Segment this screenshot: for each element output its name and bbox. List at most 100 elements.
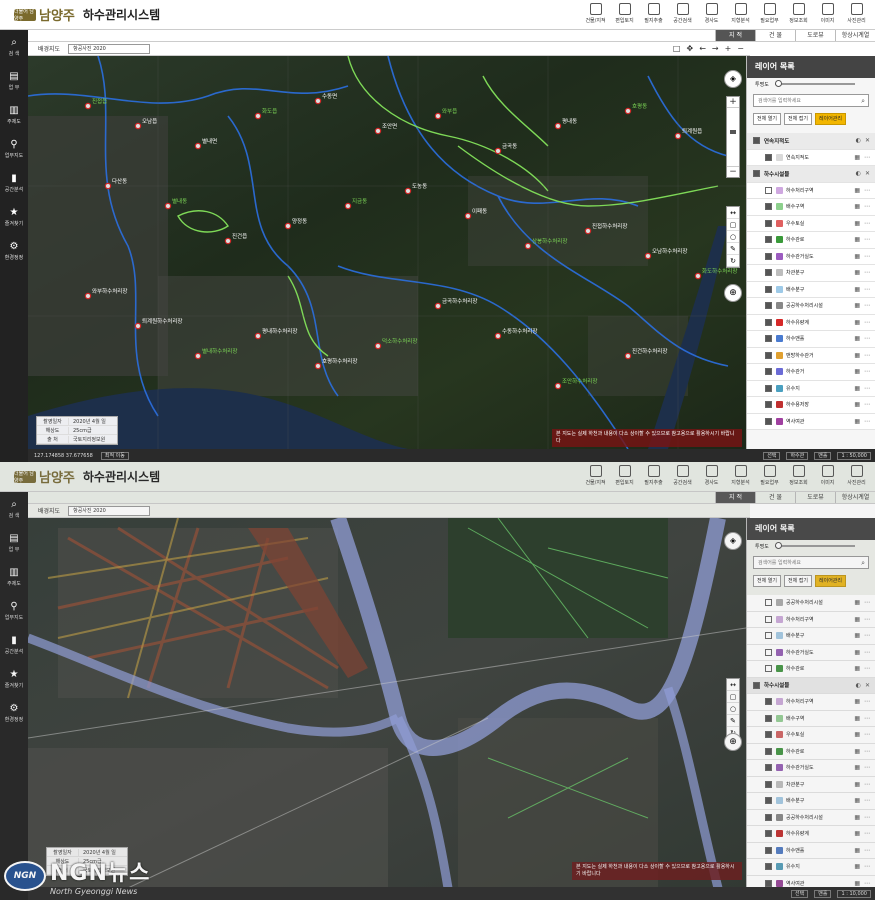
layer-options-icon[interactable]: ▦ ⋯ — [854, 302, 871, 309]
globe-icon[interactable]: ⊕ — [724, 284, 742, 302]
facility-marker[interactable] — [84, 292, 92, 300]
layer-options-icon[interactable]: ▦ ⋯ — [854, 830, 871, 837]
layer-checkbox[interactable] — [765, 863, 772, 871]
layers-icon[interactable]: ◈ — [724, 70, 742, 88]
layer-checkbox[interactable] — [765, 747, 772, 755]
layer-item[interactable]: 배수구역 ▦ ⋯ — [747, 199, 875, 216]
layer-options-icon[interactable]: ▦ ⋯ — [854, 665, 871, 672]
layer-checkbox[interactable] — [765, 714, 772, 722]
sub-tab[interactable]: 도로뷰 — [795, 492, 835, 503]
layer-options-icon[interactable]: ▦ ⋯ — [854, 253, 871, 260]
layer-options-icon[interactable]: ▦ ⋯ — [854, 814, 871, 821]
basemap-select[interactable]: 항공사진 2020 — [68, 505, 151, 516]
top-menu-item[interactable]: 사진관리 — [842, 464, 871, 486]
layer-search-input[interactable]: 검색어를 입력하세요 ⌕ — [753, 94, 869, 107]
circle-icon[interactable]: ○ — [727, 703, 739, 715]
top-menu-item[interactable]: 필요업무 — [755, 464, 784, 486]
layer-checkbox[interactable] — [765, 335, 772, 343]
layers-icon[interactable]: ◈ — [724, 532, 742, 550]
layer-options-icon[interactable]: ▦ ⋯ — [854, 385, 871, 392]
layer-select[interactable]: 맨홀 — [814, 889, 832, 898]
top-menu-item[interactable]: 지형분석 — [726, 464, 755, 486]
layer-options-icon[interactable]: ▦ ⋯ — [854, 335, 871, 342]
nav-item[interactable]: ⌕ 검 색 — [0, 30, 28, 64]
expand-all-button[interactable]: 전체 열기 — [753, 113, 781, 125]
layer-options-icon[interactable]: ▦ ⋯ — [854, 203, 871, 210]
layer-item[interactable]: 공공하수처리시설 ▦ ⋯ — [747, 298, 875, 315]
facility-marker[interactable] — [374, 127, 382, 135]
top-menu-item[interactable]: 필요업무 — [755, 2, 784, 24]
layer-checkbox[interactable] — [765, 599, 772, 607]
facility-marker[interactable] — [524, 242, 532, 250]
layer-checkbox[interactable] — [765, 203, 772, 211]
layer-options-icon[interactable]: ▦ ⋯ — [854, 418, 871, 425]
layer-item[interactable]: 맨방하수관거 ▦ ⋯ — [747, 347, 875, 364]
zoom-out-icon[interactable]: − — [737, 44, 744, 53]
layer-checkbox[interactable] — [753, 681, 760, 689]
basemap-select[interactable]: 항공사진 2020 — [68, 43, 151, 54]
layer-item[interactable]: 하수처리구역 ▦ ⋯ — [747, 182, 875, 199]
layer-item[interactable]: 차관분구 ▦ ⋯ — [747, 265, 875, 282]
layer-search-input[interactable]: 검색어를 입력하세요 ⌕ — [753, 556, 869, 569]
pen-icon[interactable]: ✎ — [727, 243, 739, 255]
top-menu-item[interactable]: 공간검색 — [668, 2, 697, 24]
facility-marker[interactable] — [434, 112, 442, 120]
layer-item[interactable]: 하수관로 ▦ ⋯ — [747, 661, 875, 678]
area-icon[interactable]: ▢ — [727, 691, 739, 703]
layer-item[interactable]: 배수구역 ▦ ⋯ — [747, 710, 875, 727]
sub-tab[interactable]: 건 물 — [755, 30, 795, 41]
layer-checkbox[interactable] — [765, 302, 772, 310]
scale-select[interactable]: 1 : 50,000 — [837, 451, 871, 460]
layer-item[interactable]: 하수유량계 ▦ ⋯ — [747, 826, 875, 843]
nav-item[interactable]: ★ 즐겨찾기 — [0, 200, 28, 234]
facility-marker[interactable] — [374, 342, 382, 350]
sub-tab[interactable]: 도로뷰 — [795, 30, 835, 41]
layer-options-icon[interactable]: ▦ ⋯ — [854, 632, 871, 639]
layer-item[interactable]: 배수분구 ▦ ⋯ — [747, 281, 875, 298]
nav-item[interactable]: ⌕ 검 색 — [0, 492, 28, 526]
nav-item[interactable]: ⚲ 업무지도 — [0, 132, 28, 166]
facility-marker[interactable] — [104, 182, 112, 190]
search-icon[interactable]: ⌕ — [861, 95, 865, 107]
top-menu-item[interactable]: 경사도 — [697, 464, 726, 486]
top-menu-item[interactable]: 지형분석 — [726, 2, 755, 24]
globe-icon[interactable]: ⊕ — [724, 733, 742, 751]
top-menu-item[interactable]: 정보조회 — [784, 464, 813, 486]
facility-marker[interactable] — [254, 112, 262, 120]
layer-item[interactable]: 하수유량계 ▦ ⋯ — [747, 314, 875, 331]
layer-checkbox[interactable] — [765, 632, 772, 640]
top-menu-item[interactable]: 건물/지적 — [581, 2, 610, 24]
nav-item[interactable]: ★ 즐겨찾기 — [0, 662, 28, 696]
collapse-all-button[interactable]: 전체 접기 — [784, 575, 812, 587]
pen-icon[interactable]: ✎ — [727, 715, 739, 727]
layer-group[interactable]: 연속지적도 ◐ ✕ — [747, 133, 875, 150]
layer-item[interactable]: 우수토실 ▦ ⋯ — [747, 727, 875, 744]
opacity-slider[interactable] — [774, 542, 855, 549]
layer-options-icon[interactable]: ▦ ⋯ — [854, 220, 871, 227]
facility-marker[interactable] — [404, 187, 412, 195]
layer-checkbox[interactable] — [765, 648, 772, 656]
layer-checkbox[interactable] — [765, 269, 772, 277]
map-canvas[interactable]: ◈ ↔ ▢ ○ ✎ ↻ ⊕ 촬영일자2020년 4월 일해상도25cm급출 처국… — [28, 518, 746, 888]
facility-marker[interactable] — [134, 322, 142, 330]
layer-item[interactable]: 하수관로 ▦ ⋯ — [747, 232, 875, 249]
layer-item[interactable]: 유수지 ▦ ⋯ — [747, 859, 875, 876]
layer-select[interactable]: 하수관 — [786, 451, 809, 460]
layer-checkbox[interactable] — [765, 780, 772, 788]
facility-marker[interactable] — [694, 272, 702, 280]
sub-tab[interactable]: 지 적 — [715, 492, 755, 503]
facility-marker[interactable] — [624, 352, 632, 360]
ruler-icon[interactable]: ↔ — [727, 207, 739, 219]
layer-checkbox[interactable] — [765, 846, 772, 854]
layer-checkbox[interactable] — [765, 698, 772, 706]
expand-all-button[interactable]: 전체 열기 — [753, 575, 781, 587]
sub-tab[interactable]: 건 물 — [755, 492, 795, 503]
layer-checkbox[interactable] — [765, 830, 772, 838]
layer-checkbox[interactable] — [765, 797, 772, 805]
layer-options-icon[interactable]: ▦ ⋯ — [854, 781, 871, 788]
nav-item[interactable]: ▥ 주제도 — [0, 560, 28, 594]
layer-options-icon[interactable]: ▦ ⋯ — [854, 236, 871, 243]
opacity-slider[interactable] — [774, 80, 855, 87]
zoom-in-icon[interactable]: + — [725, 44, 732, 53]
nav-item[interactable]: ⚙ 환경정정 — [0, 234, 28, 268]
